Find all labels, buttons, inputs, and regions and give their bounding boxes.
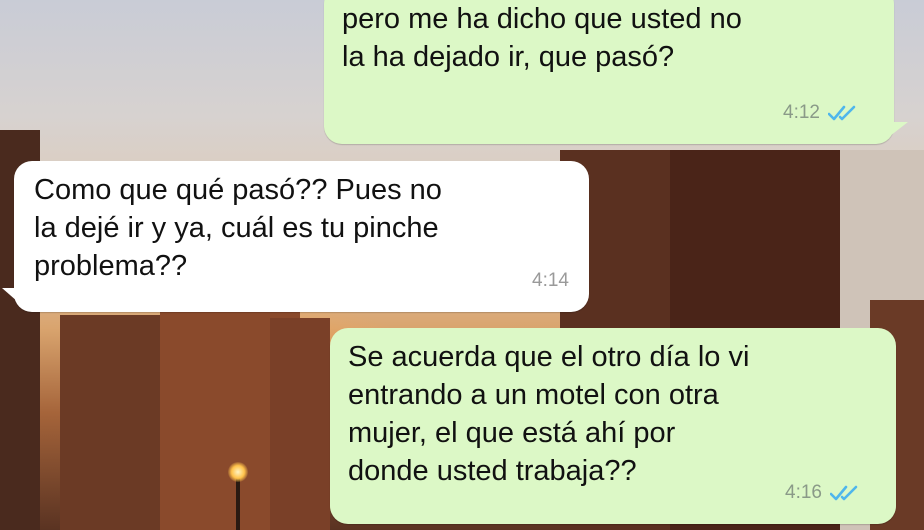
message-time: 4:14 xyxy=(532,270,569,291)
message-meta: 4:16 xyxy=(785,474,860,512)
bubble-tail xyxy=(2,288,18,302)
message-text: Se acuerda que el otro día lo vi entrand… xyxy=(348,341,750,487)
double-check-icon xyxy=(830,485,858,501)
message-text: Como que qué pasó?? Pues no la dejé ir y… xyxy=(34,174,442,282)
wallpaper-building xyxy=(270,318,330,530)
message-meta: 4:14 xyxy=(532,262,569,300)
message-time: 4:12 xyxy=(783,102,820,123)
message-outgoing[interactable]: Se acuerda que el otro día lo vi entrand… xyxy=(330,328,896,524)
message-time: 4:16 xyxy=(785,482,822,503)
streetlight-lamp xyxy=(228,462,248,482)
message-outgoing[interactable]: pero me ha dicho que usted no la ha deja… xyxy=(324,0,908,144)
wallpaper-building xyxy=(60,315,170,530)
bubble-tail xyxy=(890,122,908,136)
message-incoming[interactable]: Como que qué pasó?? Pues no la dejé ir y… xyxy=(2,161,589,312)
message-meta: 4:12 xyxy=(783,94,858,132)
double-check-icon xyxy=(828,105,856,121)
message-text: pero me ha dicho que usted no la ha deja… xyxy=(342,3,742,73)
